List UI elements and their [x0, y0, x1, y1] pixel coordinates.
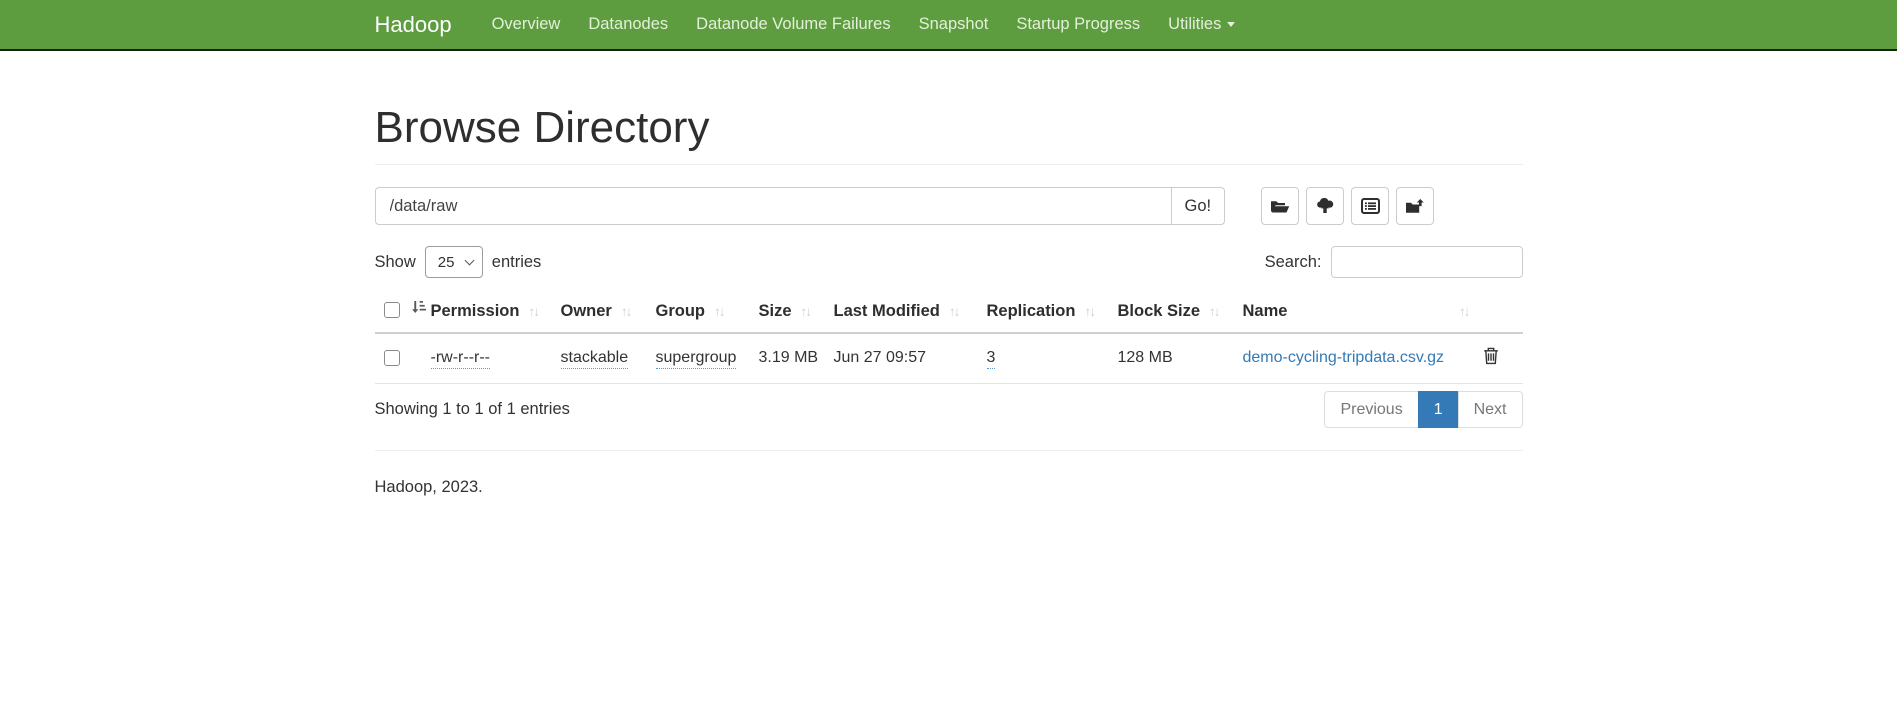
- page-title: Browse Directory: [375, 103, 1523, 153]
- column-header-name[interactable]: Name ↑↓: [1243, 294, 1483, 333]
- sort-icon: ↑↓: [1209, 304, 1219, 319]
- footer-divider: [375, 450, 1523, 451]
- entries-info: Showing 1 to 1 of 1 entries: [375, 400, 570, 419]
- table-row: -rw-r--r-- stackable supergroup 3.19 MB …: [375, 333, 1523, 384]
- pagination: Previous 1 Next: [1324, 391, 1522, 429]
- sort-icon: ↑↓: [714, 304, 724, 319]
- chevron-down-icon: [464, 255, 474, 265]
- set-quota-button[interactable]: [1351, 187, 1389, 225]
- column-label: Permission: [431, 302, 520, 320]
- page-length-control: Show 25 entries: [375, 246, 542, 278]
- column-header-size[interactable]: Size ↑↓: [759, 294, 834, 333]
- nav-datanode-volume-failures[interactable]: Datanode Volume Failures: [682, 15, 904, 34]
- column-header-last-modified[interactable]: Last Modified ↑↓: [834, 294, 987, 333]
- main-content: Browse Directory Go!: [375, 103, 1523, 497]
- file-name-link[interactable]: demo-cycling-tripdata.csv.gz: [1243, 349, 1445, 366]
- select-all-checkbox[interactable]: [384, 302, 400, 318]
- actions-cell: [1483, 333, 1523, 384]
- folder-move-icon: [1405, 198, 1425, 215]
- block-size-cell: 128 MB: [1118, 333, 1243, 384]
- column-label: Block Size: [1118, 302, 1201, 320]
- replication-editable[interactable]: 3: [987, 349, 996, 369]
- path-bar: Go!: [375, 187, 1523, 225]
- column-label: Last Modified: [834, 302, 940, 320]
- directory-path-input[interactable]: [375, 187, 1172, 225]
- move-file-button[interactable]: [1396, 187, 1434, 225]
- directory-input-group: Go!: [375, 187, 1226, 225]
- show-label: Show: [375, 253, 416, 272]
- brand-hadoop[interactable]: Hadoop: [375, 12, 452, 38]
- search-label: Search:: [1265, 253, 1322, 272]
- column-header-permission[interactable]: Permission ↑↓: [431, 294, 561, 333]
- page-size-select[interactable]: 25: [425, 246, 483, 278]
- footer-text: Hadoop, 2023.: [375, 478, 1523, 497]
- sort-icon: ↑↓: [1459, 304, 1469, 319]
- nav-utilities-label: Utilities: [1168, 15, 1221, 33]
- replication-cell: 3: [987, 333, 1118, 384]
- list-icon: [1361, 198, 1380, 214]
- size-cell: 3.19 MB: [759, 333, 834, 384]
- delete-file-button[interactable]: [1483, 347, 1499, 368]
- select-all-header[interactable]: [375, 294, 431, 333]
- pagination-next[interactable]: Next: [1458, 391, 1523, 429]
- directory-listing-table: Permission ↑↓ Owner ↑↓ Group ↑↓ Size ↑↓ Last…: [375, 294, 1523, 384]
- search-control: Search:: [1265, 246, 1523, 278]
- nav-utilities-dropdown[interactable]: Utilities: [1154, 15, 1249, 34]
- group-editable[interactable]: supergroup: [656, 349, 737, 369]
- sort-icon: ↑↓: [801, 304, 811, 319]
- row-checkbox[interactable]: [384, 350, 400, 366]
- row-select-cell: [375, 333, 431, 384]
- last-modified-cell: Jun 27 09:57: [834, 333, 987, 384]
- column-header-owner[interactable]: Owner ↑↓: [561, 294, 656, 333]
- table-header-row: Permission ↑↓ Owner ↑↓ Group ↑↓ Size ↑↓ Last…: [375, 294, 1523, 333]
- table-footer: Showing 1 to 1 of 1 entries Previous 1 N…: [375, 391, 1523, 429]
- column-label: Group: [656, 302, 706, 320]
- search-input[interactable]: [1331, 246, 1523, 278]
- trash-icon: [1483, 353, 1499, 368]
- sort-icon: ↑↓: [949, 304, 959, 319]
- column-label: Size: [759, 302, 792, 320]
- name-cell: demo-cycling-tripdata.csv.gz: [1243, 333, 1483, 384]
- upload-icon: [1315, 198, 1335, 215]
- page-size-value: 25: [438, 254, 455, 271]
- go-button[interactable]: Go!: [1171, 187, 1226, 225]
- owner-editable[interactable]: stackable: [561, 349, 629, 369]
- top-navbar: Hadoop Overview Datanodes Datanode Volum…: [0, 0, 1897, 51]
- nav-overview[interactable]: Overview: [478, 15, 575, 34]
- file-action-buttons: [1261, 187, 1434, 225]
- caret-down-icon: [1227, 22, 1235, 27]
- column-header-actions: [1483, 294, 1523, 333]
- column-header-replication[interactable]: Replication ↑↓: [987, 294, 1118, 333]
- nav-snapshot[interactable]: Snapshot: [905, 15, 1003, 34]
- upload-file-button[interactable]: [1306, 187, 1344, 225]
- page-header: Browse Directory: [375, 103, 1523, 165]
- sorted-asc-icon: [411, 300, 426, 319]
- table-controls: Show 25 entries Search:: [375, 246, 1523, 278]
- permission-cell: -rw-r--r--: [431, 333, 561, 384]
- permission-editable[interactable]: -rw-r--r--: [431, 349, 491, 369]
- create-directory-button[interactable]: [1261, 187, 1299, 225]
- pagination-previous[interactable]: Previous: [1324, 391, 1418, 429]
- sort-icon: ↑↓: [621, 304, 631, 319]
- column-label: Name: [1243, 302, 1288, 321]
- nav-datanodes[interactable]: Datanodes: [574, 15, 682, 34]
- sort-icon: ↑↓: [1084, 304, 1094, 319]
- folder-open-icon: [1270, 198, 1290, 215]
- owner-cell: stackable: [561, 333, 656, 384]
- nav-startup-progress[interactable]: Startup Progress: [1002, 15, 1154, 34]
- entries-label: entries: [492, 253, 542, 272]
- column-label: Owner: [561, 302, 612, 320]
- sort-icon: ↑↓: [528, 304, 538, 319]
- column-header-group[interactable]: Group ↑↓: [656, 294, 759, 333]
- pagination-page-1[interactable]: 1: [1418, 391, 1459, 429]
- group-cell: supergroup: [656, 333, 759, 384]
- column-label: Replication: [987, 302, 1076, 320]
- column-header-block-size[interactable]: Block Size ↑↓: [1118, 294, 1243, 333]
